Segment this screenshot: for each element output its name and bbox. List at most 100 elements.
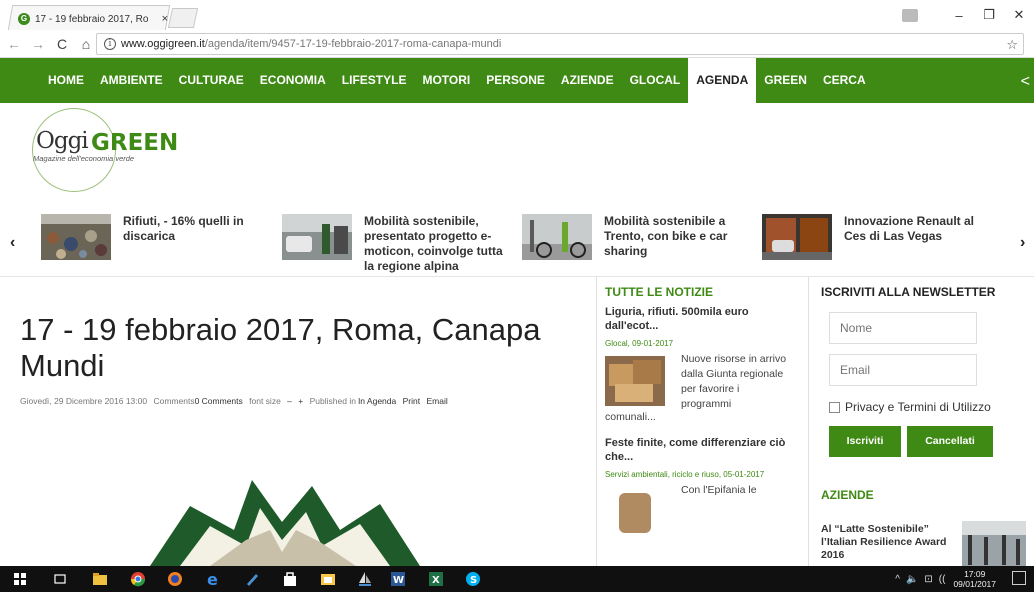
carousel-item[interactable]: Innovazione Renault al Ces di Las Vegas bbox=[762, 214, 994, 274]
nav-item-green[interactable]: GREEN bbox=[756, 58, 815, 103]
clock-date: 09/01/2017 bbox=[953, 579, 996, 589]
nav-item-agenda[interactable]: AGENDA bbox=[688, 58, 757, 103]
firefox-icon[interactable] bbox=[167, 571, 183, 587]
address-bar-row: ← → C ⌂ i www.oggigreen.it/agenda/item/9… bbox=[0, 30, 1034, 58]
news-item-excerpt: Con l'Epifania le bbox=[681, 484, 757, 496]
aziende-thumbnail[interactable] bbox=[962, 521, 1026, 569]
edge-icon[interactable]: e bbox=[205, 571, 221, 587]
volume-icon[interactable]: 🔈 bbox=[906, 574, 918, 585]
news-item-meta[interactable]: Servizi ambientali, riciclo e riuso, 05-… bbox=[605, 470, 800, 479]
site-info-icon[interactable]: i bbox=[104, 38, 116, 50]
nav-item-cerca[interactable]: CERCA bbox=[815, 58, 874, 103]
svg-text:S: S bbox=[470, 575, 477, 586]
news-item: Liguria, rifiuti. 500mila euro dall'ecot… bbox=[605, 305, 800, 430]
news-thumbnail[interactable] bbox=[605, 356, 665, 406]
task-view-icon[interactable] bbox=[52, 571, 68, 587]
folder-app-icon[interactable] bbox=[320, 571, 336, 587]
site-favicon-icon: G bbox=[18, 13, 30, 25]
excel-icon[interactable]: X bbox=[428, 571, 444, 587]
aziende-item-title[interactable]: Al “Latte Sostenibile” l’Italian Resilie… bbox=[821, 523, 956, 562]
news-item-title[interactable]: Liguria, rifiuti. 500mila euro dall'ecot… bbox=[605, 305, 800, 333]
new-tab-button[interactable] bbox=[167, 8, 199, 28]
carousel-item[interactable]: Rifiuti, - 16% quelli in discarica bbox=[41, 214, 273, 274]
windows-taskbar: e W X S ^ 🔈 ⊡ (( 17:09 09/01/2017 bbox=[0, 566, 1034, 592]
font-increase-button[interactable]: + bbox=[298, 396, 303, 406]
logo-green-text: GREEN bbox=[91, 130, 179, 156]
nav-item-motori[interactable]: MOTORI bbox=[414, 58, 478, 103]
site-logo[interactable]: Oggi GREEN Magazine dell'economia verde bbox=[30, 108, 190, 194]
news-item: Feste finite, come differenziare ciò che… bbox=[605, 436, 800, 561]
carousel-next-icon[interactable]: › bbox=[1020, 234, 1025, 252]
nav-item-aziende[interactable]: AZIENDE bbox=[553, 58, 622, 103]
window-controls: – ❐ ✕ bbox=[902, 0, 1034, 30]
news-item-title[interactable]: Feste finite, come differenziare ciò che… bbox=[605, 436, 800, 464]
carousel-item-title: Mobilità sostenibile, presentato progett… bbox=[364, 214, 503, 273]
privacy-checkbox-row[interactable]: Privacy e Termini di Utilizzo bbox=[829, 400, 991, 414]
nav-item-home[interactable]: HOME bbox=[40, 58, 92, 103]
comments-link[interactable]: 0 Comments bbox=[195, 396, 243, 406]
system-clock[interactable]: 17:09 09/01/2017 bbox=[953, 569, 996, 589]
nav-item-persone[interactable]: PERSONE bbox=[478, 58, 553, 103]
word-icon[interactable]: W bbox=[390, 571, 406, 587]
font-decrease-button[interactable]: – bbox=[287, 396, 292, 406]
name-field[interactable] bbox=[829, 312, 977, 344]
aziende-heading[interactable]: AZIENDE bbox=[821, 488, 874, 502]
home-icon[interactable]: ⌂ bbox=[76, 36, 96, 52]
news-heading[interactable]: TUTTE LE NOTIZIE bbox=[605, 285, 800, 299]
pen-app-icon[interactable] bbox=[244, 571, 260, 587]
browser-tab-content[interactable]: G 17 - 19 febbraio 2017, Ro × bbox=[18, 10, 168, 28]
logo-tagline: Magazine dell'economia verde bbox=[33, 154, 135, 163]
reload-icon[interactable]: C bbox=[52, 36, 72, 52]
sailboat-app-icon[interactable] bbox=[357, 571, 373, 587]
carousel-item-title: Rifiuti, - 16% quelli in discarica bbox=[123, 214, 244, 243]
tab-close-icon[interactable]: × bbox=[162, 13, 168, 25]
profile-icon[interactable] bbox=[902, 8, 918, 22]
carousel-prev-icon[interactable]: ‹ bbox=[10, 234, 15, 252]
carousel-item-title: Innovazione Renault al Ces di Las Vegas bbox=[844, 214, 975, 243]
news-thumbnail[interactable] bbox=[605, 487, 665, 537]
carousel-item[interactable]: Mobilità sostenibile a Trento, con bike … bbox=[522, 214, 754, 274]
url-path: /agenda/item/9457-17-19-febbraio-2017-ro… bbox=[204, 38, 502, 50]
bookmark-star-icon[interactable]: ☆ bbox=[1006, 37, 1018, 53]
close-button[interactable]: ✕ bbox=[1004, 7, 1034, 23]
forward-icon[interactable]: → bbox=[28, 36, 48, 52]
category-link[interactable]: In Agenda bbox=[358, 396, 396, 406]
back-icon[interactable]: ← bbox=[4, 36, 24, 52]
site-nav-list: HOME AMBIENTE CULTURAE ECONOMIA LIFESTYLE MOT… bbox=[40, 58, 874, 103]
news-item-meta[interactable]: Glocal, 09-01-2017 bbox=[605, 339, 800, 348]
network-icon[interactable]: ⊡ bbox=[924, 574, 932, 585]
windows-start-icon[interactable] bbox=[12, 571, 28, 587]
nav-item-economia[interactable]: ECONOMIA bbox=[252, 58, 334, 103]
file-explorer-icon[interactable] bbox=[92, 571, 108, 587]
store-icon[interactable] bbox=[282, 571, 298, 587]
subscribe-button[interactable]: Iscriviti bbox=[829, 426, 901, 457]
comments-label: Comments bbox=[153, 396, 195, 406]
browser-tabstrip: G 17 - 19 febbraio 2017, Ro × – ❐ ✕ bbox=[0, 0, 1034, 30]
minimize-button[interactable]: – bbox=[944, 8, 974, 23]
email-field[interactable] bbox=[829, 354, 977, 386]
skype-icon[interactable]: S bbox=[465, 571, 481, 587]
email-link[interactable]: Email bbox=[426, 396, 447, 406]
nav-item-glocal[interactable]: GLOCAL bbox=[622, 58, 689, 103]
chrome-icon[interactable] bbox=[130, 571, 146, 587]
notification-center-icon[interactable] bbox=[1012, 571, 1026, 585]
share-icon[interactable]: < bbox=[1021, 73, 1030, 91]
nav-item-culturae[interactable]: CULTURAE bbox=[171, 58, 252, 103]
news-item-body: Nuove risorse in arrivo dalla Giunta reg… bbox=[605, 352, 800, 430]
restore-button[interactable]: ❐ bbox=[974, 7, 1004, 23]
url-field[interactable]: i www.oggigreen.it/agenda/item/9457-17-1… bbox=[96, 33, 1024, 55]
print-link[interactable]: Print bbox=[403, 396, 420, 406]
font-size-label: font size bbox=[249, 396, 281, 406]
nav-item-ambiente[interactable]: AMBIENTE bbox=[92, 58, 171, 103]
column-divider bbox=[596, 276, 597, 566]
carousel-item[interactable]: Mobilità sostenibile, presentato progett… bbox=[282, 214, 514, 274]
privacy-label: Privacy e Termini di Utilizzo bbox=[845, 400, 991, 414]
wifi-icon[interactable]: (( bbox=[939, 574, 946, 585]
site-nav: HOME AMBIENTE CULTURAE ECONOMIA LIFESTYLE MOT… bbox=[0, 58, 1034, 103]
bike-sharing-photo bbox=[522, 214, 592, 260]
nav-item-lifestyle[interactable]: LIFESTYLE bbox=[334, 58, 415, 103]
privacy-checkbox[interactable] bbox=[829, 401, 840, 413]
svg-text:e: e bbox=[207, 571, 218, 587]
unsubscribe-button[interactable]: Cancellati bbox=[907, 426, 993, 457]
tray-expand-icon[interactable]: ^ bbox=[895, 574, 900, 585]
